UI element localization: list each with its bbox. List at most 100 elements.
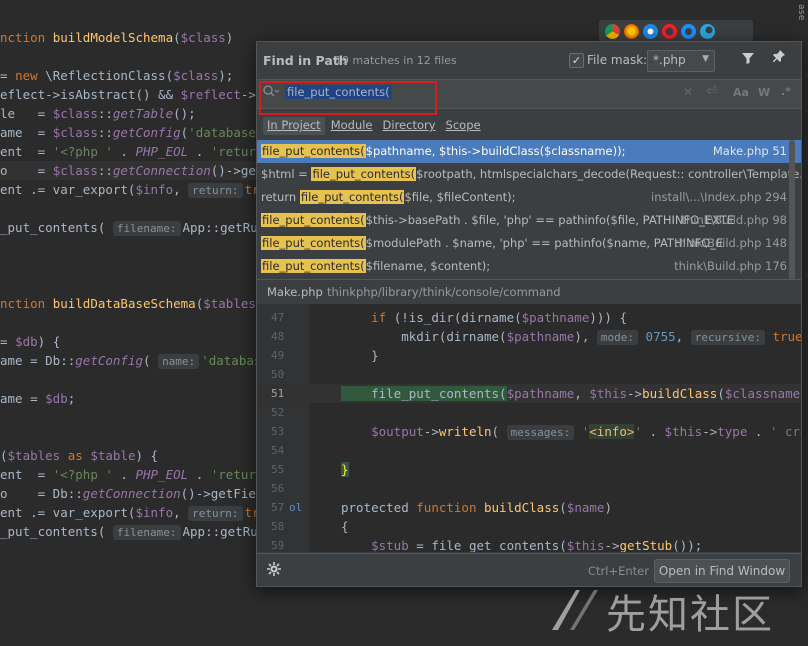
code-token: protected [341, 500, 417, 515]
file-mask-checkbox[interactable]: ✓ [569, 53, 584, 68]
clear-icon[interactable]: ✕ [683, 85, 693, 99]
code-token: :: [97, 106, 113, 121]
code-token: ame = [0, 125, 53, 140]
result-row[interactable]: file_put_contents($filename, $content); t… [257, 255, 801, 278]
code-token: getConnection [112, 163, 211, 178]
editor-line: o = Db::getConnection()->getFiel [0, 484, 263, 503]
editor-line: = new \ReflectionClass($class); [0, 66, 233, 85]
regex-icon[interactable]: .* [781, 85, 791, 98]
code-token: writeln [438, 424, 492, 439]
preview-path: Make.php thinkphp/library/think/console/… [257, 279, 801, 305]
code-token: $name [566, 500, 605, 515]
code-token: )) [800, 386, 801, 401]
code-token: $this [566, 538, 605, 552]
preview-line: 56 [257, 479, 801, 498]
code-token: o = [0, 163, 53, 178]
code-token: ame = Db:: [0, 353, 76, 368]
settings-icon[interactable] [267, 562, 281, 580]
code-token: PHP_EOL [135, 144, 189, 159]
result-code: file_put_contents($modulePath . $name, '… [261, 232, 723, 255]
code-token: messages: [506, 425, 575, 440]
result-row[interactable]: file_put_contents($this->basePath . $fil… [257, 209, 801, 232]
code-token: . [120, 144, 136, 159]
line-number: 55 [271, 463, 285, 476]
code-token: -> [627, 386, 643, 401]
code-token: ))) [589, 310, 612, 325]
code-token: ( [173, 30, 181, 45]
result-row[interactable]: $html = file_put_contents($rootpath, htm… [257, 163, 801, 186]
result-row[interactable]: return file_put_contents($file, $fileCon… [257, 186, 801, 209]
result-code: file_put_contents($pathname, $this->buil… [261, 140, 625, 163]
code-token: ) { [37, 334, 61, 349]
preview-code: { [341, 517, 349, 536]
open-in-find-window-button[interactable]: Open in Find Window [654, 559, 790, 583]
code-token: recursive: [690, 330, 765, 345]
code-token: ) [604, 500, 612, 515]
code-token: ent = [0, 467, 53, 482]
opera-icon[interactable] [662, 23, 677, 39]
code-token: type [717, 424, 748, 439]
tab-module[interactable]: Module [327, 117, 377, 135]
result-row[interactable]: file_put_contents($modulePath . $name, '… [257, 232, 801, 255]
match-case-icon[interactable]: Aa [733, 86, 749, 99]
code-token: ( [717, 386, 725, 401]
editor-line: _put_contents( filename: App::getRunti [0, 522, 280, 541]
code-token: = file_get_contents( [408, 538, 567, 552]
edge-icon[interactable] [700, 23, 715, 39]
code-token: new [15, 68, 46, 83]
line-number: 48 [271, 330, 285, 343]
editor-line: o = $class::getConnection()->get [0, 161, 263, 180]
safari-icon[interactable] [643, 23, 658, 39]
whole-words-icon[interactable]: W [758, 86, 770, 99]
code-token: = [0, 334, 16, 349]
code-token: $this [589, 386, 628, 401]
result-code: return file_put_contents($file, $fileCon… [261, 186, 516, 209]
chrome-icon[interactable] [605, 23, 620, 39]
code-token: _put_contents( [0, 220, 113, 235]
code-token: filename: [112, 221, 181, 236]
tab-in-project[interactable]: In Project [263, 117, 325, 135]
code-token: $db [15, 334, 38, 349]
side-label: ase [796, 4, 806, 21]
code-token: $classname [724, 386, 801, 401]
code-token: $reflect [180, 87, 241, 102]
line-number: 56 [271, 482, 285, 495]
code-token: , [173, 182, 189, 197]
result-text: $html = [261, 167, 312, 181]
match-highlight: file_put_contents( [311, 167, 417, 181]
code-token: $output [371, 424, 424, 439]
code-token: $pathname [506, 329, 575, 344]
tab-scope[interactable]: Scope [442, 117, 485, 135]
file-mask-label: File mask: [587, 53, 648, 67]
code-token: ( [491, 424, 507, 439]
code-token: ' create [769, 424, 801, 439]
override-icon[interactable]: ol [289, 498, 302, 517]
watermark-text: 先知社区 [606, 592, 774, 638]
firefox-icon[interactable] [624, 23, 639, 39]
result-file: install\...\Index.php 294 [651, 190, 787, 204]
new-line-icon[interactable]: ⏎ [706, 84, 717, 99]
preview-line: 58 { [257, 517, 801, 536]
code-token: $db [45, 391, 68, 406]
code-token: buildDataBaseSchema [52, 296, 196, 311]
tab-directory[interactable]: Directory [379, 117, 440, 135]
code-token: $stub [371, 538, 409, 552]
code-token: ) [225, 30, 234, 45]
code-token: $info [135, 182, 174, 197]
match-highlight: file_put_contents( [299, 190, 405, 204]
results-scrollbar[interactable] [789, 140, 795, 280]
ie-icon[interactable] [681, 23, 696, 39]
code-token: { [611, 310, 627, 325]
code-token: nction [0, 296, 53, 311]
pin-icon[interactable] [772, 49, 786, 67]
code-preview[interactable]: 47 if (!is_dir(dirname($pathname))) {48 … [257, 304, 801, 552]
code-token: buildClass [642, 386, 718, 401]
file-mask-select[interactable]: *.php ▼ [647, 50, 715, 72]
code-token: -> [604, 538, 620, 552]
filter-icon[interactable] [741, 51, 755, 69]
line-number: 49 [271, 349, 285, 362]
preview-dir: thinkphp/library/think/console/command [327, 285, 561, 299]
result-row[interactable]: file_put_contents($pathname, $this->buil… [257, 140, 801, 163]
preview-line: 52 [257, 403, 801, 422]
